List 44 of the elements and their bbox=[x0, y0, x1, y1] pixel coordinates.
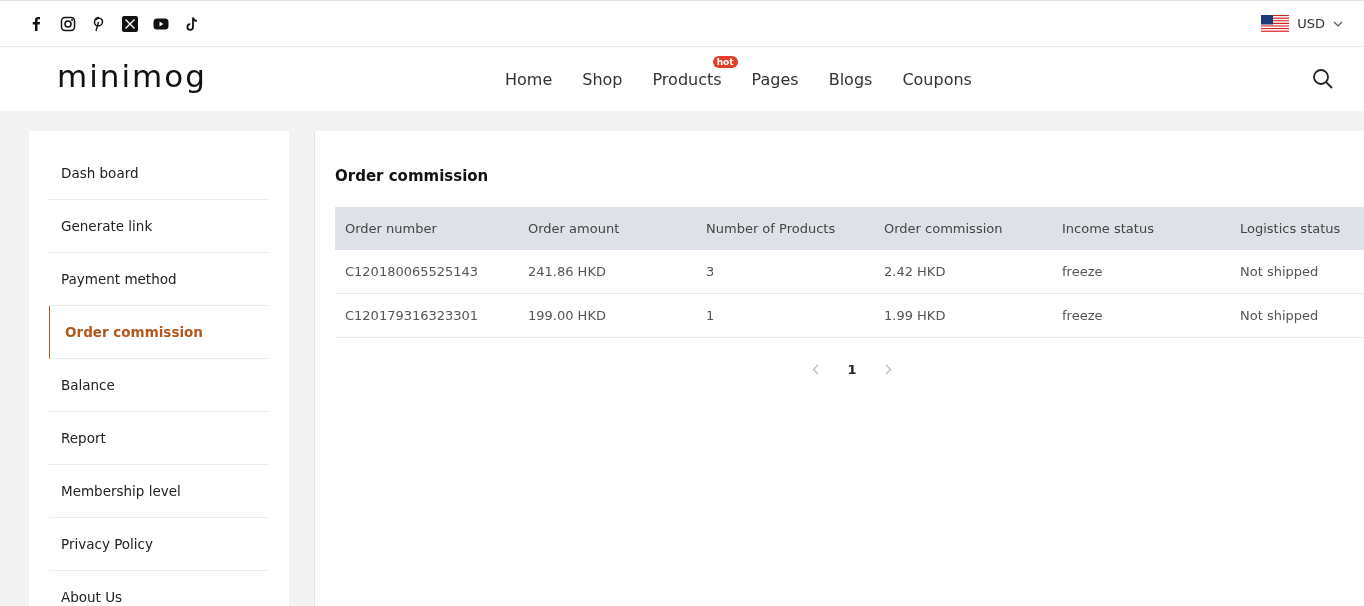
sidebar-item[interactable]: About Us bbox=[49, 571, 269, 606]
table-cell: 3 bbox=[696, 250, 874, 294]
minimog-logo[interactable]: minimog bbox=[57, 58, 477, 94]
table-cell: 1.99 HKD bbox=[874, 294, 1052, 338]
x-icon[interactable] bbox=[122, 15, 138, 32]
column-header: Income status bbox=[1052, 207, 1230, 250]
sidebar-item[interactable]: Privacy Policy bbox=[49, 518, 269, 571]
chevron-down-icon bbox=[1333, 20, 1343, 27]
table-cell: 199.00 HKD bbox=[518, 294, 696, 338]
table-cell: Not shipped bbox=[1230, 294, 1364, 338]
column-header: Order number bbox=[335, 207, 518, 250]
hot-badge: hot bbox=[712, 55, 738, 68]
table-cell: Not shipped bbox=[1230, 250, 1364, 294]
sidebar-item[interactable]: Dash board bbox=[49, 147, 269, 200]
column-header: Order amount bbox=[518, 207, 696, 250]
nav-link[interactable]: Products bbox=[652, 69, 722, 89]
search-icon[interactable] bbox=[1312, 68, 1334, 90]
nav-link[interactable]: Shop bbox=[582, 69, 623, 89]
sidebar-item[interactable]: Balance bbox=[49, 359, 269, 412]
nav-link[interactable]: Coupons bbox=[902, 69, 972, 89]
currency-selector[interactable]: USD bbox=[1297, 16, 1325, 31]
nav-link[interactable]: Home bbox=[505, 69, 553, 89]
sidebar-item[interactable]: Membership level bbox=[49, 465, 269, 518]
table-cell: freeze bbox=[1052, 250, 1230, 294]
sidebar-item[interactable]: Payment method bbox=[49, 253, 269, 306]
column-header: Order commission bbox=[874, 207, 1052, 250]
table-cell: C120179316323301 bbox=[335, 294, 518, 338]
table-cell: 2.42 HKD bbox=[874, 250, 1052, 294]
column-header: Logistics status bbox=[1230, 207, 1364, 250]
nav-link[interactable]: Blogs bbox=[828, 69, 873, 89]
table-cell: 1 bbox=[696, 294, 874, 338]
panel-title: Order commission bbox=[335, 167, 490, 185]
sidebar-item[interactable]: Order commission bbox=[49, 306, 269, 359]
table-cell: 241.86 HKD bbox=[518, 250, 696, 294]
tiktok-icon[interactable] bbox=[184, 15, 200, 32]
flag-icon bbox=[1261, 14, 1290, 33]
table-cell: freeze bbox=[1052, 294, 1230, 338]
page-number[interactable]: 1 bbox=[847, 362, 857, 377]
table-cell: C120180065525143 bbox=[335, 250, 518, 294]
sidebar-item[interactable]: Report bbox=[49, 412, 269, 465]
sidebar-item[interactable]: Generate link bbox=[49, 200, 269, 253]
instagram-icon[interactable] bbox=[60, 15, 76, 32]
column-header: Number of Products bbox=[696, 207, 874, 250]
nav-link[interactable]: Pages bbox=[751, 69, 799, 89]
